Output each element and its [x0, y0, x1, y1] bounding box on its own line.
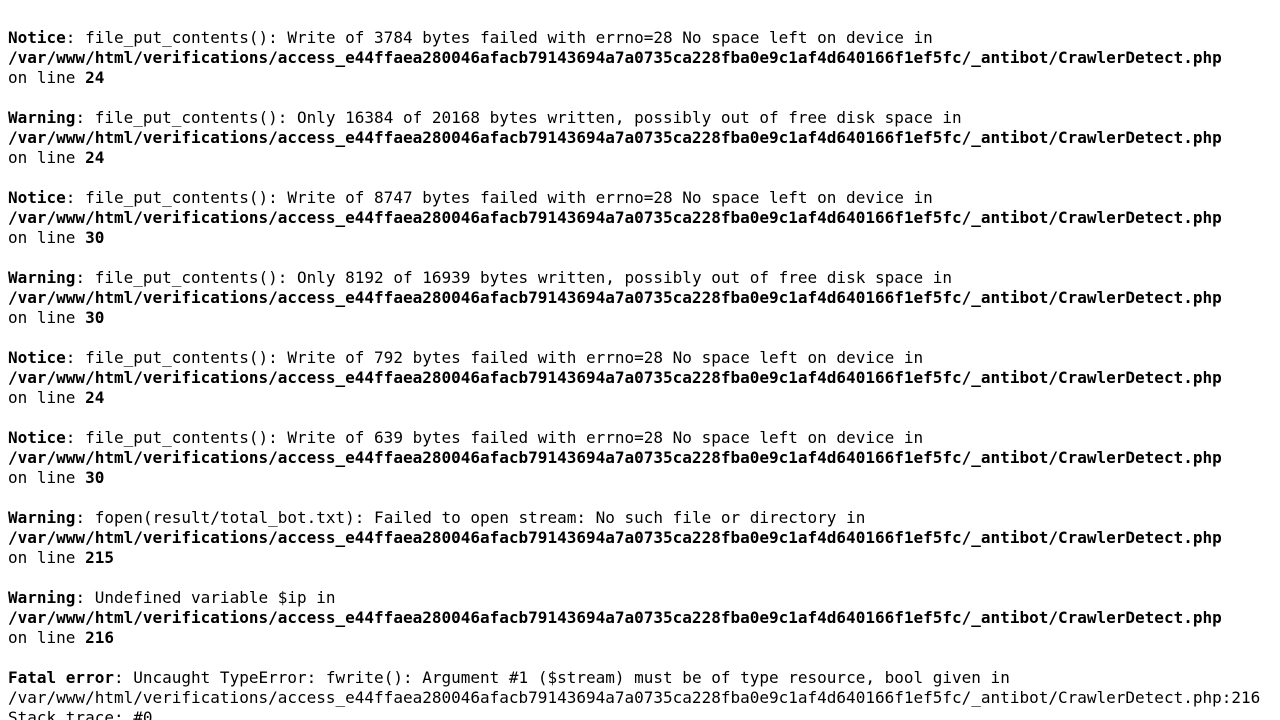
file-path-line: /var/www/html/verifications/access_e44ff… — [8, 528, 1280, 548]
line-number-line: on line 24 — [8, 388, 1280, 408]
on-line-label: on line — [8, 548, 86, 567]
message-line: Notice: file_put_contents(): Write of 63… — [8, 428, 1280, 448]
on-line-label: on line — [8, 468, 86, 487]
fatal-error-message: Fatal error: Uncaught TypeError: fwrite(… — [8, 668, 1280, 720]
line-number-line: on line 216 — [8, 628, 1280, 648]
file-path: /var/www/html/verifications/access_e44ff… — [8, 48, 1222, 67]
message-line: Fatal error: Uncaught TypeError: fwrite(… — [8, 668, 1280, 688]
line-number: 30 — [85, 228, 105, 247]
error-text: : Undefined variable $ip in — [75, 588, 336, 607]
on-line-label: on line — [8, 308, 86, 327]
line-number-line: on line 215 — [8, 548, 1280, 568]
stack-trace-line: Stack trace: #0 — [8, 708, 1280, 720]
file-path: /var/www/html/verifications/access_e44ff… — [8, 528, 1222, 547]
file-path: /var/www/html/verifications/access_e44ff… — [8, 368, 1222, 387]
line-number-line: on line 30 — [8, 468, 1280, 488]
line-number-line: on line 24 — [8, 68, 1280, 88]
error-message: Notice: file_put_contents(): Write of 79… — [8, 348, 1280, 408]
error-text: : Uncaught TypeError: fwrite(): Argument… — [113, 668, 1010, 687]
line-number: 30 — [85, 468, 105, 487]
on-line-label: on line — [8, 628, 86, 647]
error-message: Notice: file_put_contents(): Write of 63… — [8, 428, 1280, 488]
on-line-label: on line — [8, 148, 86, 167]
message-line: Warning: file_put_contents(): Only 16384… — [8, 108, 1280, 128]
line-number: 215 — [85, 548, 114, 567]
error-text: : fopen(result/total_bot.txt): Failed to… — [75, 508, 866, 527]
file-path: /var/www/html/verifications/access_e44ff… — [8, 608, 1222, 627]
php-error-output: Notice: file_put_contents(): Write of 37… — [8, 28, 1280, 720]
stack-trace: Stack trace: #0 — [8, 708, 153, 720]
message-line: Notice: file_put_contents(): Write of 87… — [8, 188, 1280, 208]
line-number-line: on line 24 — [8, 148, 1280, 168]
message-line: Notice: file_put_contents(): Write of 79… — [8, 348, 1280, 368]
file-path-line: /var/www/html/verifications/access_e44ff… — [8, 448, 1280, 468]
error-level: Notice — [8, 428, 66, 447]
on-line-label: on line — [8, 68, 86, 87]
file-path-line: /var/www/html/verifications/access_e44ff… — [8, 48, 1280, 68]
message-line: Notice: file_put_contents(): Write of 37… — [8, 28, 1280, 48]
error-text: : file_put_contents(): Only 16384 of 201… — [75, 108, 962, 127]
error-text: : file_put_contents(): Only 8192 of 1693… — [75, 268, 953, 287]
line-number-line: on line 30 — [8, 228, 1280, 248]
error-level: Notice — [8, 188, 66, 207]
error-level: Warning — [8, 108, 76, 127]
error-level: Notice — [8, 348, 66, 367]
line-number: 24 — [85, 68, 105, 87]
file-path-line: /var/www/html/verifications/access_e44ff… — [8, 368, 1280, 388]
on-line-label: on line — [8, 228, 86, 247]
line-number-line: on line 30 — [8, 308, 1280, 328]
line-number: 24 — [85, 148, 105, 167]
line-number: 24 — [85, 388, 105, 407]
error-message: Warning: fopen(result/total_bot.txt): Fa… — [8, 508, 1280, 568]
file-path: /var/www/html/verifications/access_e44ff… — [8, 448, 1222, 467]
error-level: Warning — [8, 268, 76, 287]
file-path-line: /var/www/html/verifications/access_e44ff… — [8, 208, 1280, 228]
file-path: /var/www/html/verifications/access_e44ff… — [8, 128, 1222, 147]
error-message: Notice: file_put_contents(): Write of 87… — [8, 188, 1280, 248]
file-path-line: /var/www/html/verifications/access_e44ff… — [8, 688, 1280, 708]
error-message: Warning: Undefined variable $ip in /var/… — [8, 588, 1280, 648]
error-message: Warning: file_put_contents(): Only 16384… — [8, 108, 1280, 168]
file-path: /var/www/html/verifications/access_e44ff… — [8, 688, 1261, 707]
error-message: Notice: file_put_contents(): Write of 37… — [8, 28, 1280, 88]
error-text: : file_put_contents(): Write of 3784 byt… — [65, 28, 933, 47]
line-number: 30 — [85, 308, 105, 327]
error-text: : file_put_contents(): Write of 792 byte… — [65, 348, 924, 367]
on-line-label: on line — [8, 388, 86, 407]
error-level: Notice — [8, 28, 66, 47]
file-path: /var/www/html/verifications/access_e44ff… — [8, 288, 1222, 307]
file-path-line: /var/www/html/verifications/access_e44ff… — [8, 608, 1280, 628]
error-level: Warning — [8, 588, 76, 607]
error-text: : file_put_contents(): Write of 639 byte… — [65, 428, 924, 447]
message-line: Warning: Undefined variable $ip in — [8, 588, 1280, 608]
file-path-line: /var/www/html/verifications/access_e44ff… — [8, 128, 1280, 148]
file-path: /var/www/html/verifications/access_e44ff… — [8, 208, 1222, 227]
error-level: Fatal error — [8, 668, 114, 687]
file-path-line: /var/www/html/verifications/access_e44ff… — [8, 288, 1280, 308]
message-line: Warning: fopen(result/total_bot.txt): Fa… — [8, 508, 1280, 528]
error-text: : file_put_contents(): Write of 8747 byt… — [65, 188, 933, 207]
error-level: Warning — [8, 508, 76, 527]
message-line: Warning: file_put_contents(): Only 8192 … — [8, 268, 1280, 288]
line-number: 216 — [85, 628, 114, 647]
error-message: Warning: file_put_contents(): Only 8192 … — [8, 268, 1280, 328]
